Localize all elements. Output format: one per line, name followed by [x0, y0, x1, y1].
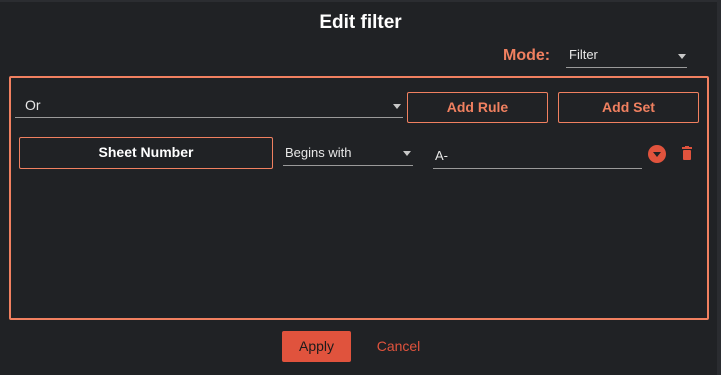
- edit-filter-dialog: Edit filter Mode: Filter Or Add Rule Add…: [0, 0, 721, 375]
- chevron-down-icon: [403, 151, 411, 156]
- mode-select[interactable]: Filter: [566, 44, 687, 68]
- field-select-button[interactable]: Sheet Number: [19, 137, 273, 169]
- circle-chevron-down-icon[interactable]: [648, 145, 666, 163]
- add-rule-button[interactable]: Add Rule: [407, 92, 548, 123]
- logic-operator-select[interactable]: Or: [15, 94, 403, 118]
- operator-value: Begins with: [285, 145, 352, 160]
- chevron-down-icon: [678, 54, 686, 59]
- dialog-title: Edit filter: [319, 12, 402, 33]
- mode-label: Mode:: [503, 47, 551, 64]
- cancel-button[interactable]: Cancel: [370, 331, 427, 362]
- logic-operator-value: Or: [25, 97, 41, 113]
- rule-value-input[interactable]: [433, 142, 642, 169]
- mode-value: Filter: [569, 47, 598, 62]
- apply-button[interactable]: Apply: [282, 331, 351, 362]
- add-set-button[interactable]: Add Set: [558, 92, 699, 123]
- chevron-down-icon: [653, 152, 661, 157]
- window-edge: [717, 0, 721, 375]
- chevron-down-icon: [393, 104, 401, 109]
- top-divider: [0, 0, 721, 2]
- trash-icon[interactable]: [682, 146, 692, 160]
- operator-select[interactable]: Begins with: [283, 142, 413, 166]
